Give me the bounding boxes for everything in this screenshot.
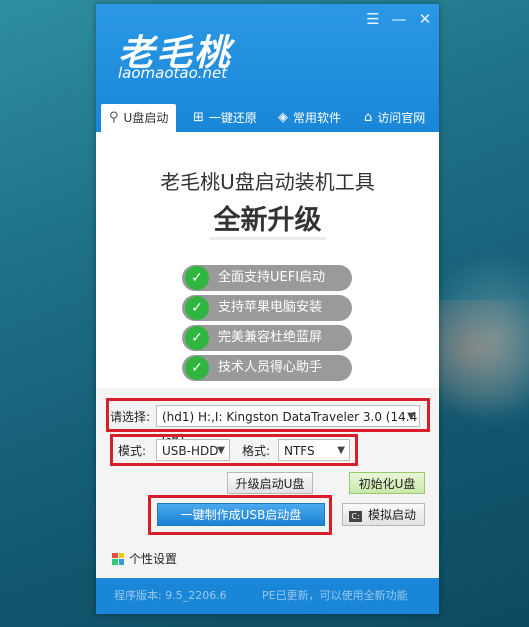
app-window: 老毛桃 laomaotao.net ☰ — ✕ ⚲ U盘启动 ⊞ 一键还原 ◈ … — [96, 4, 439, 614]
header-bar: 老毛桃 laomaotao.net ☰ — ✕ ⚲ U盘启动 ⊞ 一键还原 ◈ … — [96, 4, 439, 132]
menu-icon[interactable]: ☰ — [364, 10, 382, 28]
simulate-icon: C: — [349, 511, 362, 522]
tab-usb-boot[interactable]: ⚲ U盘启动 — [101, 104, 177, 132]
hero-section: 老毛桃U盘启动装机工具 全新升级 ✓ 全面支持UEFI启动 ✓ 支持苹果电脑安装… — [96, 132, 439, 388]
settings-panel: 请选择: (hd1) H:,I: Kingston DataTraveler 3… — [96, 388, 439, 578]
cube-icon: ◈ — [278, 110, 288, 125]
format-select[interactable]: NTFS ▼ — [278, 439, 350, 461]
update-notice: PE已更新，可以使用全新功能 — [262, 589, 408, 602]
tab-label: 访问官网 — [377, 111, 426, 125]
device-label: 请选择: — [110, 410, 151, 424]
feature-badge: ✓ 支持苹果电脑安装 — [182, 295, 352, 321]
personal-settings-link[interactable]: 个性设置 — [112, 550, 177, 567]
init-usb-button[interactable]: 初始化U盘 — [349, 472, 425, 494]
tab-bar: ⚲ U盘启动 ⊞ 一键还原 ◈ 常用软件 ⌂ 访问官网 — [96, 104, 439, 132]
feature-badge: ✓ 全面支持UEFI启动 — [182, 265, 352, 291]
windows-icon: ⊞ — [193, 110, 204, 125]
footer-bar: 程序版本: 9.5_2206.6 PE已更新，可以使用全新功能 — [96, 578, 439, 614]
tab-common-software[interactable]: ◈ 常用软件 — [278, 104, 341, 132]
upgrade-usb-button[interactable]: 升级启动U盘 — [227, 472, 313, 494]
chevron-down-icon: ▼ — [337, 445, 345, 456]
logo-url: laomaotao.net — [118, 64, 228, 82]
check-icon: ✓ — [185, 296, 209, 320]
feature-badge: ✓ 完美兼容杜绝蓝屏 — [182, 325, 352, 351]
palette-icon — [112, 552, 124, 565]
minimize-icon[interactable]: — — [390, 10, 408, 28]
home-icon: ⌂ — [364, 110, 373, 125]
chevron-down-icon: ▼ — [217, 445, 225, 456]
tab-visit-website[interactable]: ⌂ 访问官网 — [364, 104, 425, 132]
chevron-down-icon: ▼ — [407, 411, 415, 422]
page-title: 老毛桃U盘启动装机工具 — [160, 170, 375, 194]
subtitle-underline — [209, 237, 326, 240]
version-text: 程序版本: 9.5_2206.6 — [114, 589, 227, 602]
close-icon[interactable]: ✕ — [416, 10, 434, 28]
usb-icon: ⚲ — [109, 110, 119, 125]
mode-select[interactable]: USB-HDD ▼ — [156, 439, 230, 461]
page-subtitle: 全新升级 — [213, 205, 322, 236]
tab-label: 常用软件 — [293, 111, 342, 125]
simulate-boot-button[interactable]: C: 模拟启动 — [342, 503, 425, 526]
check-icon: ✓ — [185, 266, 209, 290]
format-label: 格式: — [242, 444, 271, 458]
make-usb-boot-button[interactable]: 一键制作成USB启动盘 — [157, 503, 325, 526]
check-icon: ✓ — [185, 326, 209, 350]
device-select[interactable]: (hd1) H:,I: Kingston DataTraveler 3.0 (1… — [156, 405, 420, 446]
tab-one-key-restore[interactable]: ⊞ 一键还原 — [193, 104, 257, 132]
tab-label: U盘启动 — [123, 111, 169, 125]
tab-label: 一键还原 — [208, 111, 257, 125]
mode-label: 模式: — [118, 444, 147, 458]
feature-badge: ✓ 技术人员得心助手 — [182, 355, 352, 381]
check-icon: ✓ — [185, 356, 209, 380]
